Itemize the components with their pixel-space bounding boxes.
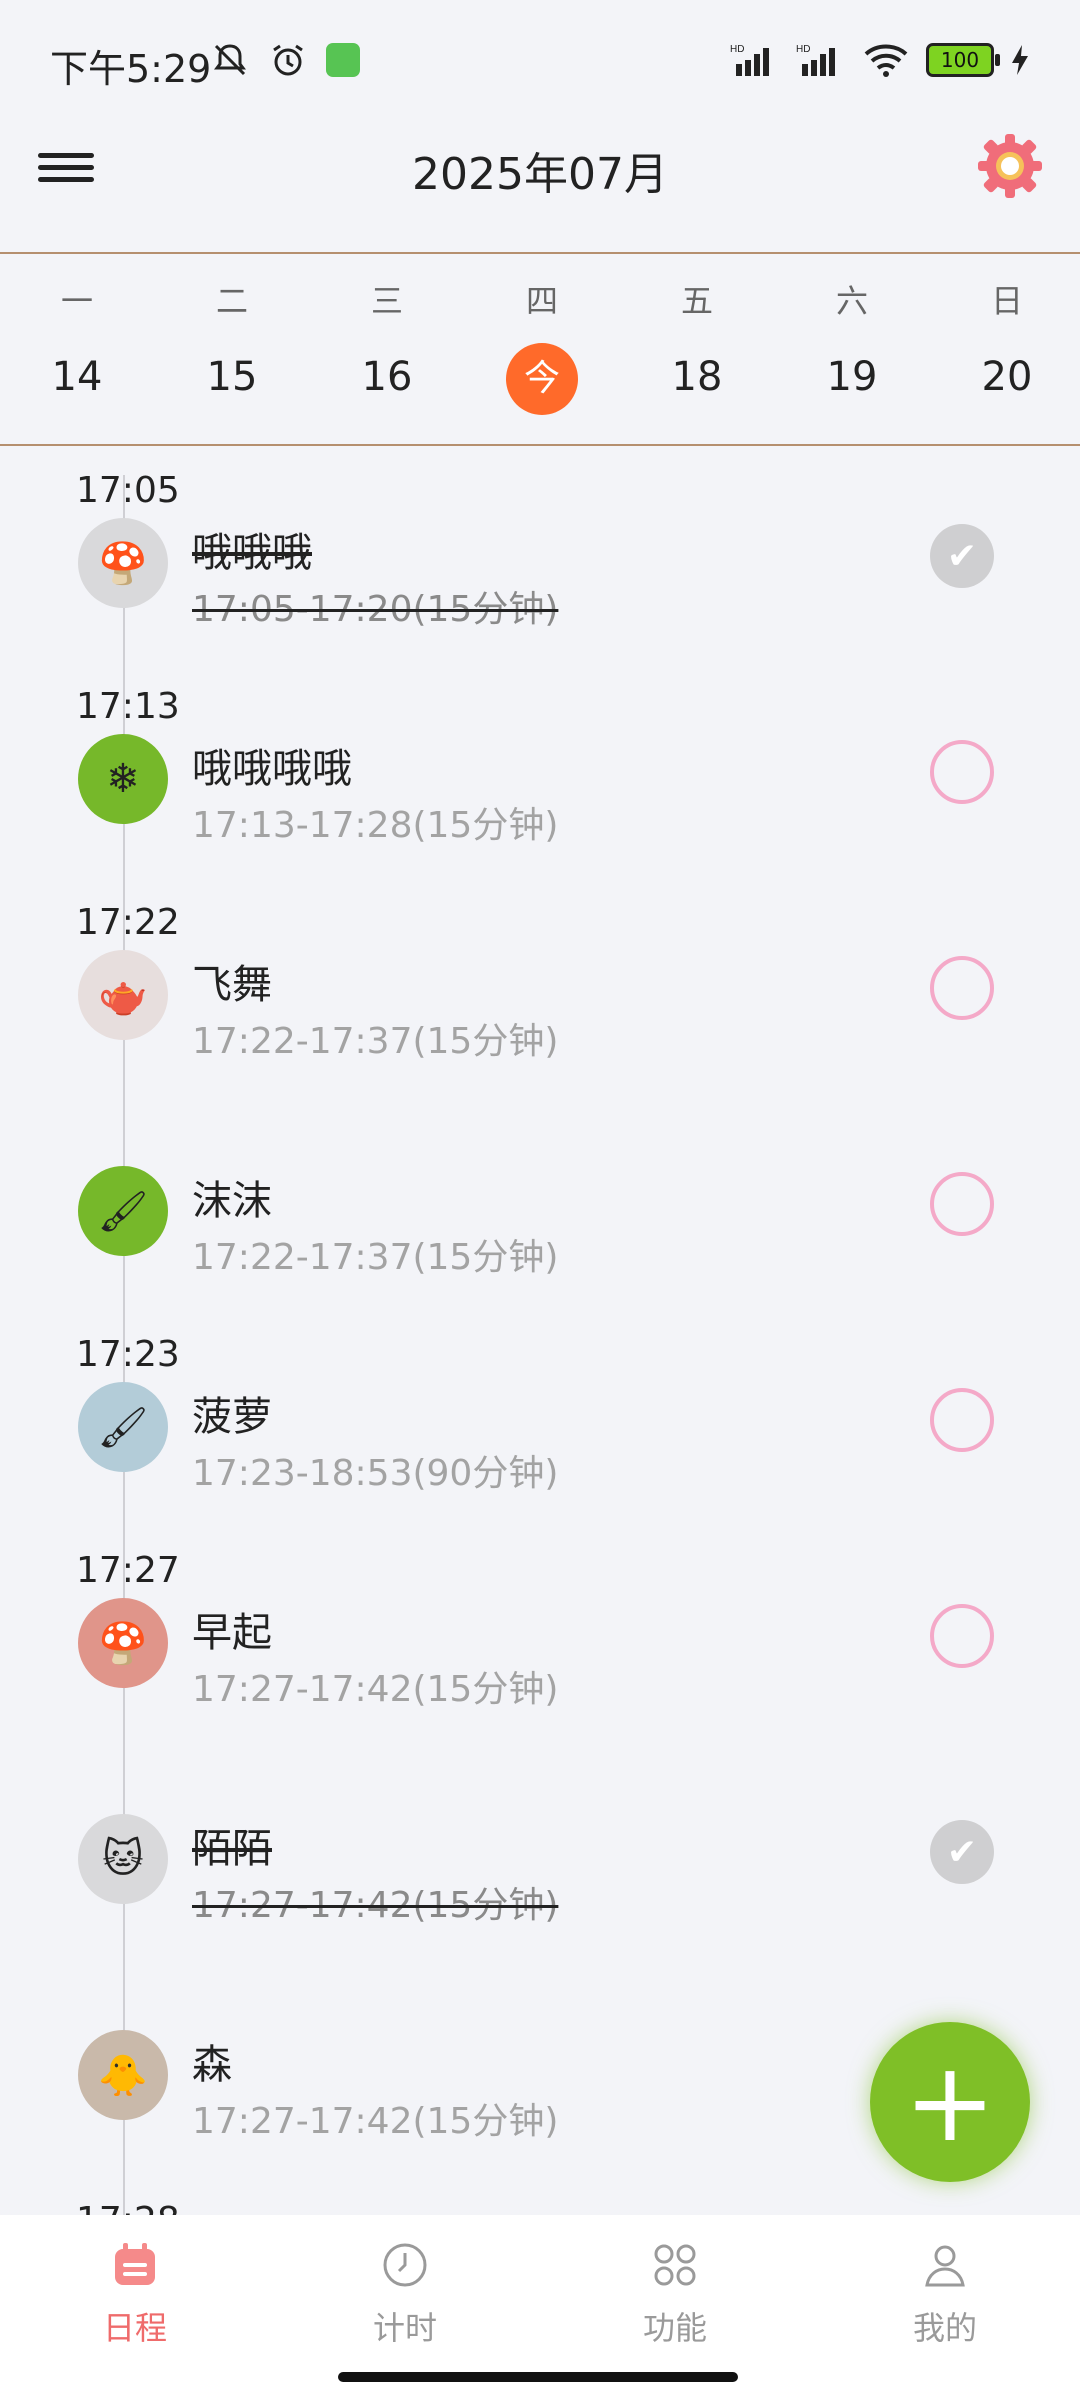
tab-label: 计时: [372, 2309, 437, 2347]
item-time: 17:22: [76, 902, 180, 943]
app-notification-icon: [326, 43, 360, 77]
list-item[interactable]: 17:23 🖌 菠萝 17:23-18:53(90分钟): [0, 1334, 1080, 1534]
plus-icon: +: [903, 2038, 997, 2166]
tab-features[interactable]: 功能: [540, 2233, 810, 2349]
item-title: 沫沫: [192, 1178, 272, 1224]
date-cell[interactable]: 20: [947, 354, 1067, 400]
status-icons-left: [210, 40, 360, 80]
date-cell[interactable]: 14: [17, 354, 137, 400]
add-task-button[interactable]: +: [870, 2022, 1030, 2182]
tab-label: 我的: [912, 2309, 977, 2347]
gear-icon[interactable]: [974, 130, 1046, 202]
weekday-label: 五: [680, 282, 713, 320]
item-time-range: 17:27-17:42(15分钟): [192, 2101, 559, 2142]
item-title: 哦哦哦: [192, 530, 312, 576]
charging-icon: [1012, 45, 1028, 75]
weekday-label: 四: [525, 282, 558, 320]
list-item[interactable]: 17:22 🫖 飞舞 17:22-17:37(15分钟): [0, 902, 1080, 1102]
tab-label: 功能: [642, 2309, 707, 2347]
unchecked-checkbox[interactable]: [930, 1172, 994, 1236]
brushes-icon: 🖌: [78, 1166, 168, 1256]
grid-icon: [654, 2244, 696, 2286]
battery-icon: 100: [926, 43, 1000, 77]
item-time-range: 17:05-17:20(15分钟): [192, 589, 559, 630]
unchecked-checkbox[interactable]: [930, 1388, 994, 1452]
status-time: 下午5:29: [50, 47, 212, 91]
date-cell-today[interactable]: 今: [482, 343, 602, 415]
item-time: 17:27: [76, 1550, 180, 1591]
item-time-range: 17:27-17:42(15分钟): [192, 1669, 559, 1710]
brushes-icon: 🖌: [78, 1382, 168, 1472]
svg-text:HD: HD: [730, 44, 744, 55]
date-cell[interactable]: 15: [172, 354, 292, 400]
list-item[interactable]: 17:05 🍄 哦哦哦 17:05-17:20(15分钟) ✔: [0, 470, 1080, 670]
mushroom-icon: 🍄: [78, 518, 168, 608]
item-time-range: 17:13-17:28(15分钟): [192, 805, 559, 846]
unchecked-checkbox[interactable]: [930, 956, 994, 1020]
battery-level: 100: [940, 48, 980, 72]
tab-schedule[interactable]: 日程: [0, 2233, 270, 2349]
unchecked-checkbox[interactable]: [930, 1604, 994, 1668]
page-title[interactable]: 2025年07月: [0, 138, 1080, 202]
item-time: 17:13: [76, 686, 180, 727]
item-title: 飞舞: [192, 962, 272, 1008]
item-title: 菠萝: [192, 1394, 272, 1440]
item-title: 森: [192, 2042, 232, 2088]
unchecked-checkbox[interactable]: [930, 740, 994, 804]
status-icons-right: HD HD 100: [730, 42, 1030, 78]
weekday-label: 三: [370, 282, 403, 320]
item-time-range: 17:27-17:42(15分钟): [192, 1885, 559, 1926]
kettle-icon: 🫖: [78, 950, 168, 1040]
list-item[interactable]: 🖌 沫沫 17:22-17:37(15分钟): [0, 1118, 1080, 1318]
item-time-range: 17:22-17:37(15分钟): [192, 1237, 559, 1278]
tab-timer[interactable]: 计时: [270, 2233, 540, 2349]
item-time-range: 17:23-18:53(90分钟): [192, 1453, 559, 1494]
wifi-icon: [864, 44, 908, 77]
person-icon: [925, 2245, 965, 2287]
list-item[interactable]: 17:27 🍄 早起 17:27-17:42(15分钟): [0, 1550, 1080, 1750]
date-cell[interactable]: 16: [327, 354, 447, 400]
mushroom-icon: 🍄: [78, 1598, 168, 1688]
list-item[interactable]: 🐱 陌陌 17:27-17:42(15分钟) ✔: [0, 1766, 1080, 1966]
item-time-range: 17:22-17:37(15分钟): [192, 1021, 559, 1062]
clock-icon: [383, 2243, 427, 2287]
today-badge: 今: [506, 343, 578, 415]
tab-label: 日程: [102, 2309, 167, 2347]
home-indicator: [338, 2372, 738, 2382]
weekday-label: 一: [60, 282, 93, 320]
header: 2025年07月: [0, 120, 1080, 250]
cat-icon: 🐱: [78, 1814, 168, 1904]
muted-bell-icon: [214, 44, 246, 76]
weekday-label: 六: [835, 282, 868, 320]
item-title: 早起: [192, 1610, 272, 1656]
week-strip: 一 二 三 四 五 六 日 14 15 16 今 18 19 20: [0, 252, 1080, 446]
weekday-label: 日: [990, 282, 1023, 320]
item-title: 陌陌: [192, 1826, 272, 1872]
item-time: 17:23: [76, 1334, 180, 1375]
weekday-label: 二: [215, 282, 248, 320]
checked-checkbox[interactable]: ✔: [930, 1820, 994, 1884]
list-item[interactable]: 17:13 ❄ 哦哦哦哦 17:13-17:28(15分钟): [0, 686, 1080, 886]
item-title: 哦哦哦哦: [192, 746, 352, 792]
duck-icon: 🐥: [78, 2030, 168, 2120]
hd-signal-icon: HD: [730, 44, 769, 76]
hd-signal-icon: HD: [796, 44, 835, 76]
item-time: 17:05: [76, 470, 180, 511]
alarm-icon: [273, 44, 303, 76]
svg-text:HD: HD: [796, 44, 810, 55]
date-cell[interactable]: 19: [792, 354, 912, 400]
snowflake-icon: ❄: [78, 734, 168, 824]
checked-checkbox[interactable]: ✔: [930, 524, 994, 588]
date-cell[interactable]: 18: [637, 354, 757, 400]
tab-profile[interactable]: 我的: [810, 2233, 1080, 2349]
calendar-icon: [115, 2243, 155, 2285]
status-bar: 下午5:29 HD HD 100: [0, 0, 1080, 120]
